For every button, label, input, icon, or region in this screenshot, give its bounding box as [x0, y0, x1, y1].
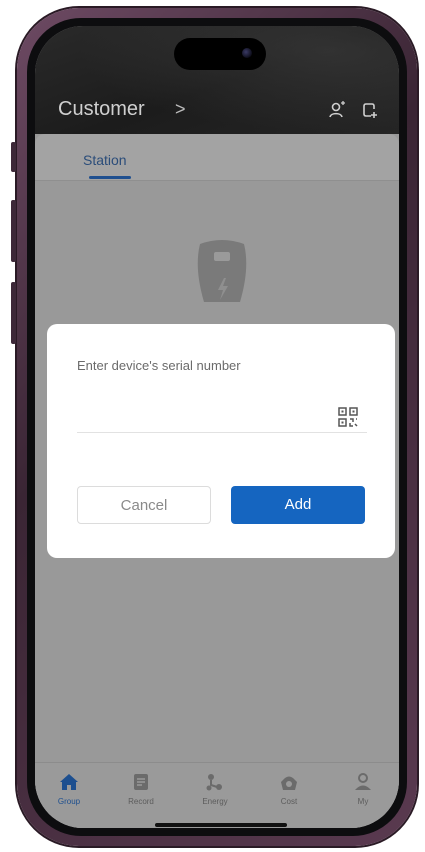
- nav-item-group[interactable]: Group: [39, 771, 99, 806]
- nav-item-cost[interactable]: Cost: [259, 771, 319, 806]
- nav-item-energy[interactable]: Energy: [185, 771, 245, 806]
- nav-item-record[interactable]: Record: [111, 771, 171, 806]
- record-icon: [134, 774, 148, 790]
- serial-number-prompt: Enter device's serial number: [77, 358, 241, 373]
- nav-item-my[interactable]: My: [333, 771, 393, 806]
- camera-icon: [242, 48, 252, 58]
- screen: Customer > Station Enter device's serial…: [35, 26, 399, 828]
- input-underline: [77, 432, 367, 433]
- user-add-icon[interactable]: [328, 101, 346, 119]
- tab-bar: Station: [35, 134, 399, 181]
- phone-bezel: Customer > Station Enter device's serial…: [27, 18, 407, 836]
- cost-icon: [281, 776, 297, 790]
- chevron-right-icon[interactable]: >: [175, 99, 186, 120]
- nav-label-record: Record: [128, 797, 154, 806]
- tab-station[interactable]: Station: [83, 152, 127, 168]
- energy-icon: [206, 774, 222, 791]
- cancel-button[interactable]: Cancel: [77, 486, 211, 524]
- nav-label-my: My: [357, 797, 369, 806]
- volume-down-button: [11, 282, 16, 344]
- nav-label-cost: Cost: [280, 797, 298, 806]
- action-button: [11, 142, 16, 172]
- page-title[interactable]: Customer: [58, 98, 145, 121]
- home-indicator[interactable]: [155, 823, 287, 827]
- dynamic-island: [174, 38, 266, 70]
- bottom-nav: Group Record Energy Cost My: [35, 762, 399, 828]
- home-icon: [60, 774, 78, 790]
- qr-scan-icon[interactable]: [337, 406, 359, 428]
- app-header: Customer >: [35, 26, 399, 146]
- nav-label-group: Group: [57, 797, 81, 806]
- tab-indicator: [89, 176, 131, 179]
- volume-up-button: [11, 200, 16, 262]
- profile-icon: [355, 773, 371, 790]
- nav-label-energy: Energy: [202, 797, 228, 806]
- device-add-icon[interactable]: [362, 101, 380, 119]
- add-device-dialog: Enter device's serial number Cancel Add: [47, 324, 395, 558]
- charger-device-icon: [197, 240, 247, 302]
- serial-number-input[interactable]: [77, 404, 333, 428]
- add-button[interactable]: Add: [231, 486, 365, 524]
